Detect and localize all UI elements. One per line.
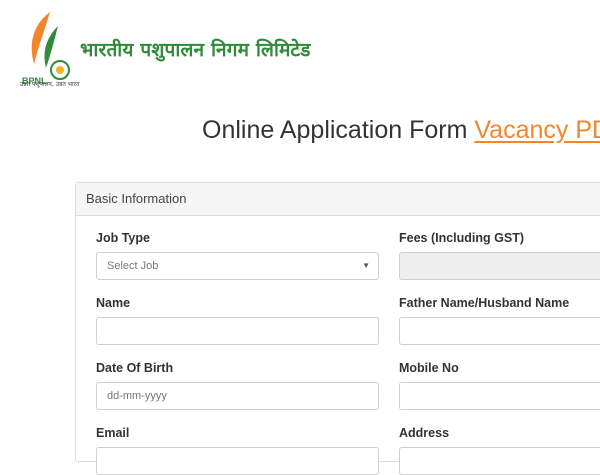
fees-label: Fees (Including GST)	[399, 231, 525, 245]
address-input[interactable]	[399, 447, 600, 475]
dob-placeholder: dd-mm-yyyy	[107, 390, 167, 402]
mobile-input[interactable]	[399, 382, 600, 410]
email-label: Email	[96, 426, 130, 440]
father-name-label: Father Name/Husband Name	[399, 296, 570, 310]
fees-input[interactable]	[399, 252, 600, 280]
dob-input[interactable]: dd-mm-yyyy	[96, 382, 379, 410]
name-label: Name	[96, 296, 131, 310]
name-input[interactable]	[96, 317, 379, 345]
email-input[interactable]	[96, 447, 379, 475]
panel-heading: Basic Information	[76, 183, 600, 216]
basic-information-panel: Basic Information Job Type Select Job ▼ …	[75, 182, 600, 475]
dob-label: Date Of Birth	[96, 361, 174, 375]
job-type-label: Job Type	[96, 231, 150, 245]
tagline: उन्नत पशुपालन, उन्नत भारत	[20, 81, 80, 88]
father-name-input[interactable]	[399, 317, 600, 345]
job-type-placeholder: Select Job	[107, 260, 159, 272]
address-label: Address	[399, 426, 450, 440]
job-type-select[interactable]: Select Job ▼	[96, 252, 379, 280]
chevron-down-icon: ▼	[362, 261, 370, 270]
mobile-label: Mobile No	[399, 361, 459, 375]
form-title-text: Online Application Form	[202, 116, 468, 144]
organization-name: भारतीय पशुपालन निगम लिमिटेड	[80, 39, 311, 61]
page-title: Online Application Form Vacancy PDF	[202, 116, 600, 145]
vacancy-pdf-link[interactable]: Vacancy PDF	[474, 116, 600, 144]
